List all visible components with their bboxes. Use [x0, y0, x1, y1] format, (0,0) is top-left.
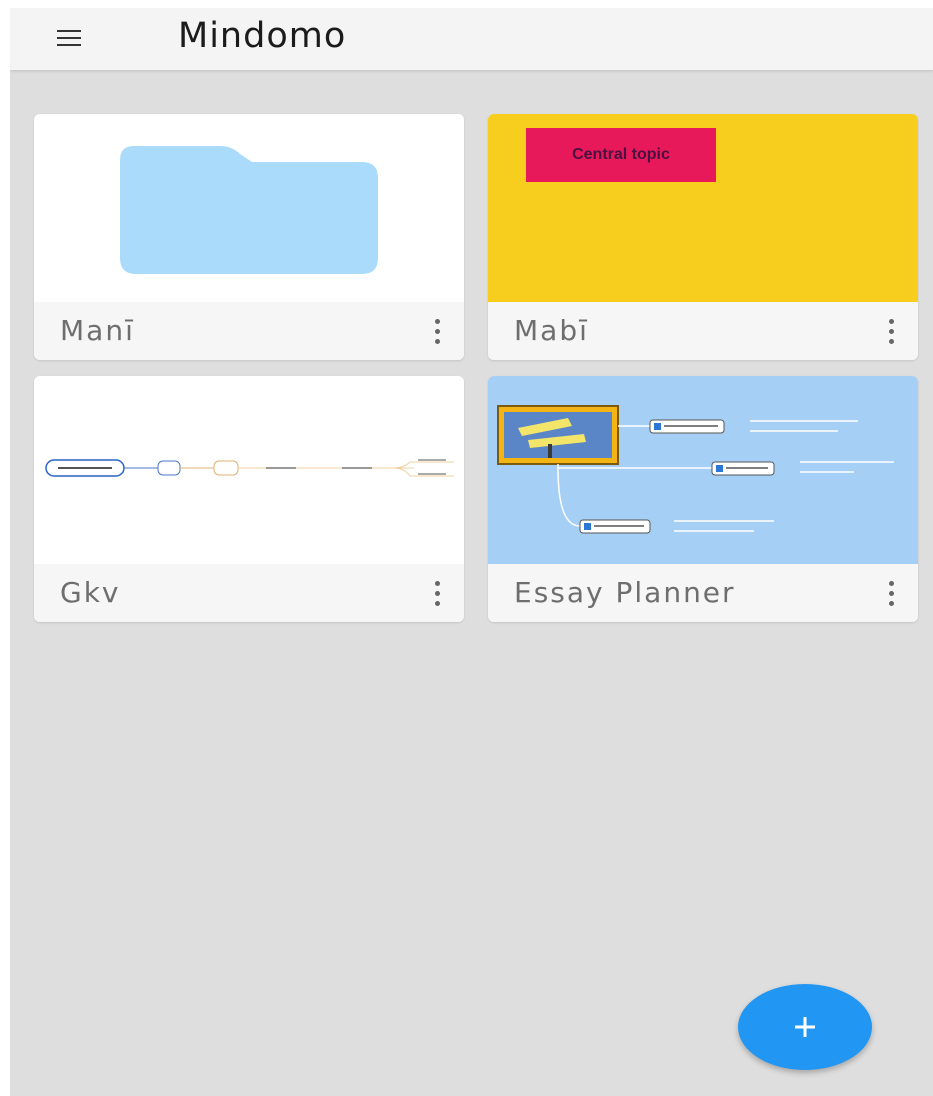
more-vertical-icon[interactable]: [884, 579, 898, 609]
map-card-gkv[interactable]: Gkv: [34, 376, 464, 622]
app-bar: Mindomo: [10, 8, 933, 70]
card-footer: Manī: [34, 302, 464, 360]
card-thumbnail: [34, 376, 464, 564]
mind-map-preview: [45, 459, 454, 477]
card-title: Gkv: [60, 576, 121, 609]
card-title: Essay Planner: [514, 576, 736, 609]
more-vertical-icon[interactable]: [430, 579, 444, 609]
app-title: Mindomo: [178, 16, 347, 56]
card-title: Mabī: [514, 314, 589, 347]
map-card-mabi[interactable]: Central topic Mabī: [488, 114, 918, 360]
card-thumbnail: [34, 114, 464, 302]
card-thumbnail: [488, 376, 918, 564]
plus-icon: [795, 1017, 815, 1037]
map-card-mani[interactable]: Manī: [34, 114, 464, 360]
central-topic-node: Central topic: [526, 128, 716, 182]
hamburger-menu-icon[interactable]: [54, 26, 84, 52]
map-card-essay-planner[interactable]: Essay Planner: [488, 376, 918, 622]
add-map-button[interactable]: [738, 984, 872, 1070]
card-thumbnail: Central topic: [488, 114, 918, 302]
card-title: Manī: [60, 314, 135, 347]
mind-map-preview: [497, 405, 894, 534]
folder-icon: [120, 146, 378, 274]
app-screen: Mindomo Manī Central topic Mabī Gkv Essa…: [10, 8, 933, 1096]
card-footer: Gkv: [34, 564, 464, 622]
card-footer: Mabī: [488, 302, 918, 360]
more-vertical-icon[interactable]: [884, 317, 898, 347]
more-vertical-icon[interactable]: [430, 317, 444, 347]
card-footer: Essay Planner: [488, 564, 918, 622]
